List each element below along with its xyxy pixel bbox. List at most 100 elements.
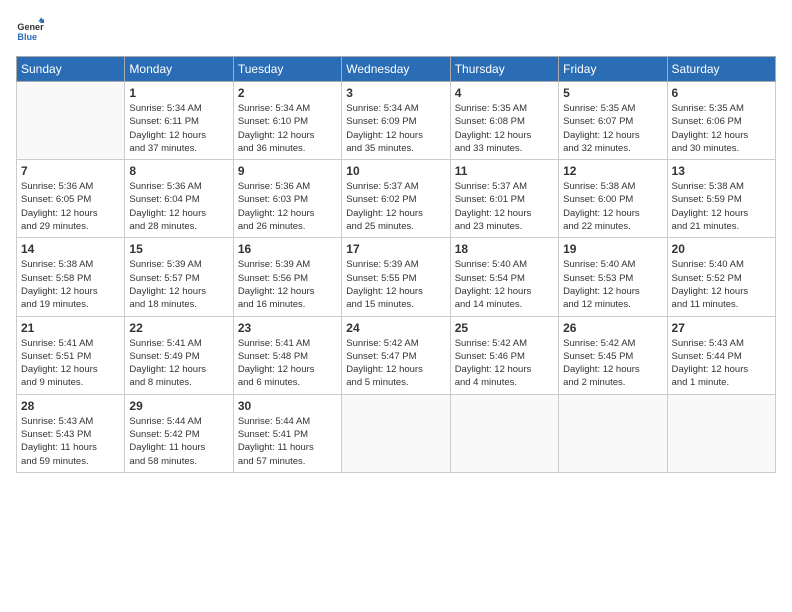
calendar-cell: 24 Sunrise: 5:42 AM Sunset: 5:47 PM Dayli…: [342, 316, 450, 394]
day-number: 3: [346, 86, 445, 100]
day-number: 5: [563, 86, 662, 100]
day-number: 27: [672, 321, 771, 335]
day-number: 14: [21, 242, 120, 256]
logo: General Blue: [16, 16, 48, 44]
day-info: Sunrise: 5:36 AM Sunset: 6:04 PM Dayligh…: [129, 180, 228, 233]
calendar-cell: 8Sunrise: 5:36 AM Sunset: 6:04 PM Daylig…: [125, 160, 233, 238]
day-number: 2: [238, 86, 337, 100]
day-number: 4: [455, 86, 554, 100]
day-info: Sunrise: 5:34 AM Sunset: 6:11 PM Dayligh…: [129, 102, 228, 155]
day-number: 17: [346, 242, 445, 256]
svg-text:General: General: [17, 22, 44, 32]
calendar-cell: 17 Sunrise: 5:39 AM Sunset: 5:55 PM Dayli…: [342, 238, 450, 316]
day-info: Sunrise: 5:42 AM Sunset: 5:46 PM Dayligh…: [455, 337, 554, 390]
calendar-cell: 19 Sunrise: 5:40 AM Sunset: 5:53 PM Dayli…: [559, 238, 667, 316]
day-number: 9: [238, 164, 337, 178]
day-number: 7: [21, 164, 120, 178]
day-info: Sunrise: 5:43 AM Sunset: 5:43 PM Dayligh…: [21, 415, 120, 468]
calendar-cell: 6 Sunrise: 5:35 AM Sunset: 6:06 PM Daylig…: [667, 82, 775, 160]
day-info: Sunrise: 5:41 AM Sunset: 5:48 PM Dayligh…: [238, 337, 337, 390]
calendar-cell: 29 Sunrise: 5:44 AM Sunset: 5:42 PM Dayli…: [125, 394, 233, 472]
calendar-cell: 4 Sunrise: 5:35 AM Sunset: 6:08 PM Daylig…: [450, 82, 558, 160]
svg-text:Blue: Blue: [17, 32, 37, 42]
day-info: Sunrise: 5:39 AM Sunset: 5:56 PM Dayligh…: [238, 258, 337, 311]
calendar-week-row: 1Sunrise: 5:34 AM Sunset: 6:11 PM Daylig…: [17, 82, 776, 160]
day-info: Sunrise: 5:37 AM Sunset: 6:02 PM Dayligh…: [346, 180, 445, 233]
calendar-cell: [559, 394, 667, 472]
calendar-cell: 1Sunrise: 5:34 AM Sunset: 6:11 PM Daylig…: [125, 82, 233, 160]
day-info: Sunrise: 5:42 AM Sunset: 5:47 PM Dayligh…: [346, 337, 445, 390]
day-number: 15: [129, 242, 228, 256]
day-info: Sunrise: 5:41 AM Sunset: 5:49 PM Dayligh…: [129, 337, 228, 390]
day-info: Sunrise: 5:40 AM Sunset: 5:53 PM Dayligh…: [563, 258, 662, 311]
day-info: Sunrise: 5:37 AM Sunset: 6:01 PM Dayligh…: [455, 180, 554, 233]
day-info: Sunrise: 5:35 AM Sunset: 6:06 PM Dayligh…: [672, 102, 771, 155]
calendar-cell: 23 Sunrise: 5:41 AM Sunset: 5:48 PM Dayli…: [233, 316, 341, 394]
day-info: Sunrise: 5:34 AM Sunset: 6:10 PM Dayligh…: [238, 102, 337, 155]
day-info: Sunrise: 5:39 AM Sunset: 5:55 PM Dayligh…: [346, 258, 445, 311]
day-info: Sunrise: 5:38 AM Sunset: 5:59 PM Dayligh…: [672, 180, 771, 233]
day-info: Sunrise: 5:38 AM Sunset: 6:00 PM Dayligh…: [563, 180, 662, 233]
day-info: Sunrise: 5:35 AM Sunset: 6:08 PM Dayligh…: [455, 102, 554, 155]
weekday-header: Sunday: [17, 57, 125, 82]
day-number: 21: [21, 321, 120, 335]
calendar-cell: 18Sunrise: 5:40 AM Sunset: 5:54 PM Dayli…: [450, 238, 558, 316]
logo-icon: General Blue: [16, 16, 44, 44]
weekday-header: Saturday: [667, 57, 775, 82]
day-number: 19: [563, 242, 662, 256]
day-number: 28: [21, 399, 120, 413]
calendar-week-row: 7 Sunrise: 5:36 AM Sunset: 6:05 PM Daylig…: [17, 160, 776, 238]
day-info: Sunrise: 5:34 AM Sunset: 6:09 PM Dayligh…: [346, 102, 445, 155]
day-info: Sunrise: 5:39 AM Sunset: 5:57 PM Dayligh…: [129, 258, 228, 311]
day-info: Sunrise: 5:41 AM Sunset: 5:51 PM Dayligh…: [21, 337, 120, 390]
calendar-cell: 13 Sunrise: 5:38 AM Sunset: 5:59 PM Dayli…: [667, 160, 775, 238]
weekday-header: Wednesday: [342, 57, 450, 82]
day-info: Sunrise: 5:44 AM Sunset: 5:42 PM Dayligh…: [129, 415, 228, 468]
day-number: 11: [455, 164, 554, 178]
calendar-week-row: 14 Sunrise: 5:38 AM Sunset: 5:58 PM Dayli…: [17, 238, 776, 316]
calendar-cell: 5 Sunrise: 5:35 AM Sunset: 6:07 PM Daylig…: [559, 82, 667, 160]
calendar-header-row: SundayMondayTuesdayWednesdayThursdayFrid…: [17, 57, 776, 82]
calendar-cell: 30Sunrise: 5:44 AM Sunset: 5:41 PM Dayli…: [233, 394, 341, 472]
calendar-cell: [667, 394, 775, 472]
day-number: 12: [563, 164, 662, 178]
page-header: General Blue: [16, 16, 776, 44]
calendar-cell: [17, 82, 125, 160]
day-number: 10: [346, 164, 445, 178]
day-number: 23: [238, 321, 337, 335]
calendar-cell: 2 Sunrise: 5:34 AM Sunset: 6:10 PM Daylig…: [233, 82, 341, 160]
day-info: Sunrise: 5:35 AM Sunset: 6:07 PM Dayligh…: [563, 102, 662, 155]
calendar-cell: 25 Sunrise: 5:42 AM Sunset: 5:46 PM Dayli…: [450, 316, 558, 394]
day-number: 29: [129, 399, 228, 413]
calendar-cell: [450, 394, 558, 472]
day-number: 26: [563, 321, 662, 335]
day-number: 16: [238, 242, 337, 256]
day-info: Sunrise: 5:36 AM Sunset: 6:03 PM Dayligh…: [238, 180, 337, 233]
calendar-cell: [342, 394, 450, 472]
day-number: 30: [238, 399, 337, 413]
calendar-cell: 10 Sunrise: 5:37 AM Sunset: 6:02 PM Dayli…: [342, 160, 450, 238]
calendar-cell: 15 Sunrise: 5:39 AM Sunset: 5:57 PM Dayli…: [125, 238, 233, 316]
calendar-cell: 11 Sunrise: 5:37 AM Sunset: 6:01 PM Dayli…: [450, 160, 558, 238]
day-info: Sunrise: 5:40 AM Sunset: 5:52 PM Dayligh…: [672, 258, 771, 311]
day-number: 24: [346, 321, 445, 335]
calendar-cell: 20Sunrise: 5:40 AM Sunset: 5:52 PM Dayli…: [667, 238, 775, 316]
weekday-header: Thursday: [450, 57, 558, 82]
day-info: Sunrise: 5:36 AM Sunset: 6:05 PM Dayligh…: [21, 180, 120, 233]
day-info: Sunrise: 5:38 AM Sunset: 5:58 PM Dayligh…: [21, 258, 120, 311]
calendar-cell: 16 Sunrise: 5:39 AM Sunset: 5:56 PM Dayli…: [233, 238, 341, 316]
calendar-week-row: 21 Sunrise: 5:41 AM Sunset: 5:51 PM Dayli…: [17, 316, 776, 394]
calendar-cell: 21 Sunrise: 5:41 AM Sunset: 5:51 PM Dayli…: [17, 316, 125, 394]
calendar-cell: 22 Sunrise: 5:41 AM Sunset: 5:49 PM Dayli…: [125, 316, 233, 394]
calendar-cell: 3 Sunrise: 5:34 AM Sunset: 6:09 PM Daylig…: [342, 82, 450, 160]
day-number: 6: [672, 86, 771, 100]
day-number: 22: [129, 321, 228, 335]
calendar-cell: 14 Sunrise: 5:38 AM Sunset: 5:58 PM Dayli…: [17, 238, 125, 316]
calendar-cell: 27Sunrise: 5:43 AM Sunset: 5:44 PM Dayli…: [667, 316, 775, 394]
calendar-cell: 28 Sunrise: 5:43 AM Sunset: 5:43 PM Dayli…: [17, 394, 125, 472]
day-number: 13: [672, 164, 771, 178]
calendar-cell: 12 Sunrise: 5:38 AM Sunset: 6:00 PM Dayli…: [559, 160, 667, 238]
calendar-table: SundayMondayTuesdayWednesdayThursdayFrid…: [16, 56, 776, 473]
calendar-week-row: 28 Sunrise: 5:43 AM Sunset: 5:43 PM Dayli…: [17, 394, 776, 472]
day-number: 25: [455, 321, 554, 335]
